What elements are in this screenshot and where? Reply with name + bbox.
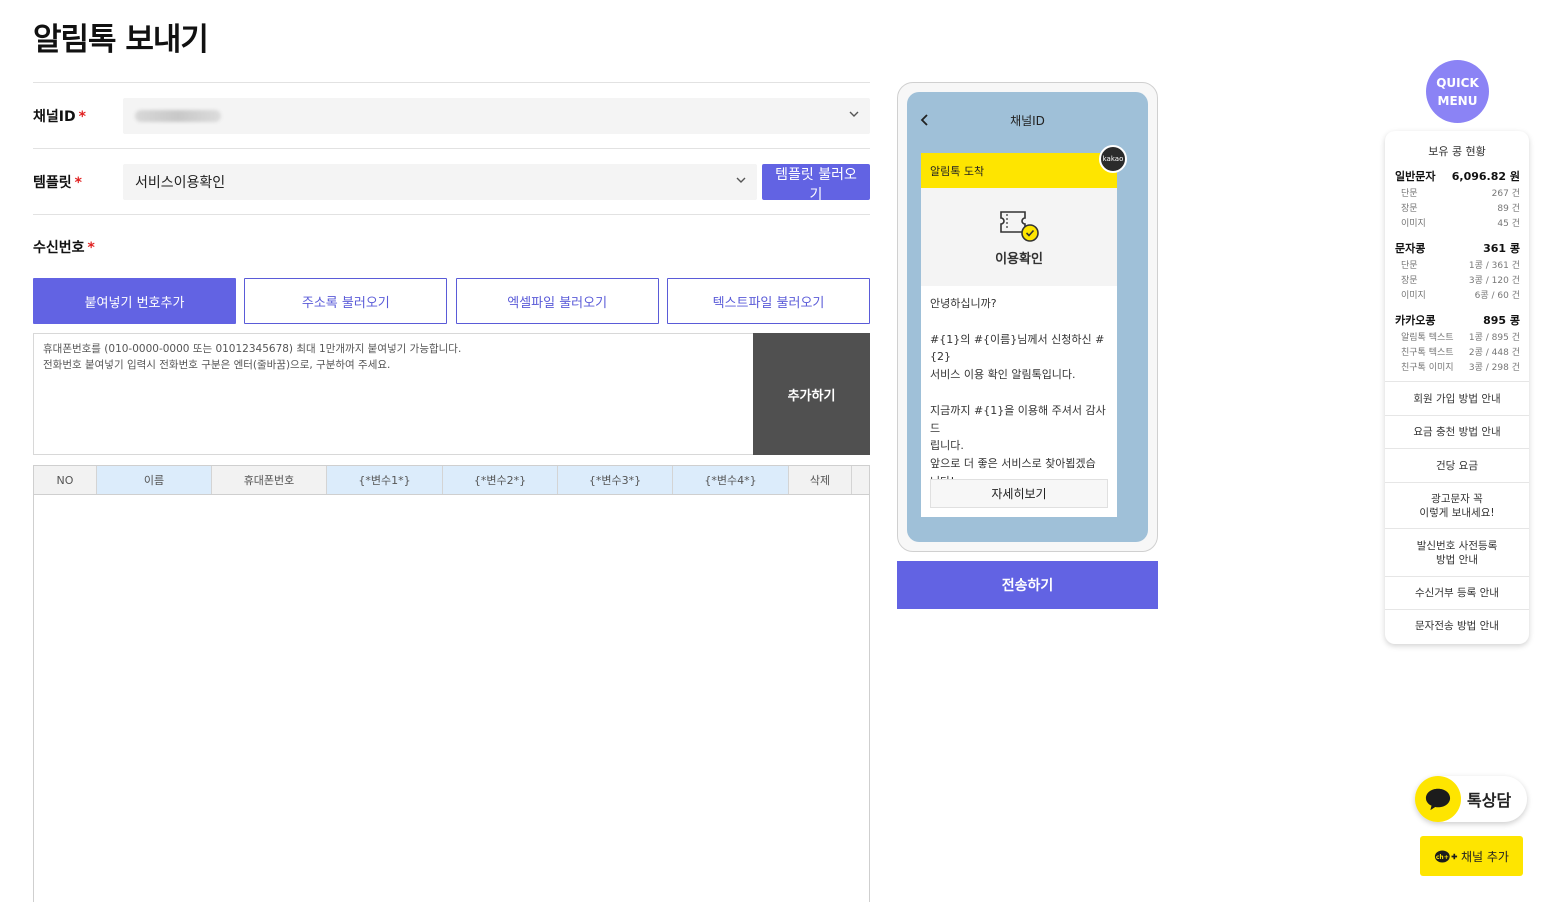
ticket-check-icon — [1000, 210, 1039, 242]
col-header-var3: {*변수3*} — [558, 466, 673, 494]
quick-menu-button[interactable]: QUICK MENU — [1426, 60, 1489, 123]
back-arrow-icon — [920, 114, 928, 126]
hero-title: 이용확인 — [995, 251, 1043, 267]
page-title: 알림톡 보내기 — [33, 22, 209, 58]
kakaotalk-bubble-icon — [1415, 776, 1461, 822]
kakao-badge-icon: kakao — [1099, 145, 1127, 173]
balance-kakao-kong: 카카오콩 895 콩 알림톡 텍스트 1콩 / 895 건 친구톡 텍스트 2콩 / … — [1395, 314, 1520, 373]
required-mark: * — [87, 239, 95, 256]
preview-channel-title: 채널ID — [1010, 113, 1045, 128]
talk-consult-label: 톡상담 — [1467, 791, 1512, 810]
notice-header: 알림톡 도착 — [921, 153, 1117, 188]
recipient-label: 수신번호 * — [33, 239, 95, 256]
talk-consult-button[interactable]: 톡상담 — [1415, 776, 1527, 822]
add-numbers-button[interactable]: 추가하기 — [753, 333, 870, 455]
quick-link-sender-registration[interactable]: 발신번호 사전등록 방법 안내 — [1385, 528, 1529, 576]
channel-label: 채널ID * — [33, 108, 86, 125]
template-label: 템플릿 * — [33, 174, 82, 191]
col-header-phone: 휴대폰번호 — [212, 466, 327, 494]
channel-value-redacted — [135, 109, 221, 122]
add-channel-label: 채널 추가 — [1461, 849, 1509, 864]
balance-title: 보유 콩 현황 — [1428, 145, 1486, 158]
tab-text-file[interactable]: 텍스트파일 불러오기 — [666, 278, 870, 324]
channel-row: 채널ID * — [33, 82, 870, 148]
balance-sms-kong: 문자콩 361 콩 단문 1콩 / 361 건 장문 3콩 / 120 건 이미지 6콩… — [1395, 242, 1520, 301]
quick-link-ad-message-guide[interactable]: 광고문자 꼭 이렇게 보내세요! — [1385, 482, 1529, 528]
paste-area: 휴대폰번호를 (010-0000-0000 또는 01012345678) 최대… — [33, 333, 870, 455]
send-button[interactable]: 전송하기 — [897, 561, 1158, 609]
quick-menu-panel: 보유 콩 현황 일반문자 6,096.82 원 단문 267 건 장문 89 건 이미… — [1385, 131, 1529, 644]
col-header-no: NO — [34, 466, 97, 494]
col-header-var4: {*변수4*} — [673, 466, 789, 494]
preview-header: 채널ID — [907, 92, 1148, 148]
tab-paste-numbers[interactable]: 붙여넣기 번호추가 — [33, 278, 236, 324]
quick-link-unit-price[interactable]: 건당 요금 — [1385, 448, 1529, 482]
quick-link-opt-out-guide[interactable]: 수신거부 등록 안내 — [1385, 576, 1529, 609]
template-select[interactable]: 서비스이용확인 — [123, 163, 757, 200]
quick-links: 회원 가입 방법 안내 요금 충천 방법 안내 건당 요금 광고문자 꼭 이렇게 … — [1385, 381, 1529, 642]
alimtalk-message-card: 알림톡 도착 kakao 이용확인 안녕하십니까? #{1}의 #{이름}님께서… — [921, 145, 1127, 517]
tab-excel-file[interactable]: 엑셀파일 불러오기 — [455, 278, 659, 324]
table-scrollbar-gutter — [852, 466, 869, 494]
quick-link-signup-guide[interactable]: 회원 가입 방법 안내 — [1385, 381, 1529, 415]
col-header-name: 이름 — [97, 466, 212, 494]
channel-select[interactable] — [123, 97, 870, 134]
balance-general-sms: 일반문자 6,096.82 원 단문 267 건 장문 89 건 이미지 45 건 — [1395, 170, 1520, 229]
col-header-var1: {*변수1*} — [327, 466, 443, 494]
load-template-button[interactable]: 템플릿 불러오기 — [762, 163, 870, 203]
quick-link-charge-guide[interactable]: 요금 충천 방법 안내 — [1385, 415, 1529, 448]
send-form: 채널ID * 템플릿 * 서비스이용확인 템플릿 불러오기 수신번호 * 붙여넣기 번… — [33, 82, 870, 902]
chevron-down-icon — [736, 177, 746, 183]
svg-text:ch+: ch+ — [1436, 853, 1449, 860]
view-details-button[interactable]: 자세히보기 — [930, 479, 1108, 508]
recipient-table: NO 이름 휴대폰번호 {*변수1*} {*변수2*} {*변수3*} {*변수… — [33, 465, 870, 902]
quick-link-send-guide[interactable]: 문자전송 방법 안내 — [1385, 609, 1529, 642]
required-mark: * — [78, 108, 86, 125]
paste-help-line: 전화번호 붙여넣기 입력시 전화번호 구분은 엔터(줄바꿈)으로, 구분하여 주… — [43, 359, 391, 371]
recipient-source-tabs: 붙여넣기 번호추가 주소록 불러오기 엑셀파일 불러오기 텍스트파일 불러오기 — [33, 278, 870, 324]
required-mark: * — [74, 174, 82, 191]
recipient-row: 수신번호 * — [33, 214, 870, 278]
message-preview-phone: 채널ID 알림톡 도착 kakao 이용확인 안녕하십니까? #{1}의 #{이… — [897, 82, 1158, 552]
tab-address-book[interactable]: 주소록 불러오기 — [244, 278, 448, 324]
paste-numbers-textarea[interactable]: 휴대폰번호를 (010-0000-0000 또는 01012345678) 최대… — [33, 333, 753, 455]
phone-screen: 채널ID 알림톡 도착 kakao 이용확인 안녕하십니까? #{1}의 #{이… — [907, 92, 1148, 542]
add-channel-button[interactable]: ch+ 채널 추가 — [1420, 836, 1523, 876]
chevron-down-icon — [849, 111, 859, 117]
paste-help-line: 휴대폰번호를 (010-0000-0000 또는 01012345678) 최대… — [43, 343, 462, 355]
kakao-channel-icon: ch+ — [1434, 850, 1458, 862]
template-selected-value: 서비스이용확인 — [135, 174, 226, 191]
col-header-delete: 삭제 — [789, 466, 852, 494]
col-header-var2: {*변수2*} — [443, 466, 558, 494]
message-body: 안녕하십니까? #{1}의 #{이름}님께서 신청하신 #{2} 서비스 이용 … — [930, 297, 1106, 488]
message-hero: 이용확인 — [921, 188, 1117, 286]
table-header: NO 이름 휴대폰번호 {*변수1*} {*변수2*} {*변수3*} {*변수… — [34, 466, 869, 495]
template-row: 템플릿 * 서비스이용확인 템플릿 불러오기 — [33, 148, 870, 214]
